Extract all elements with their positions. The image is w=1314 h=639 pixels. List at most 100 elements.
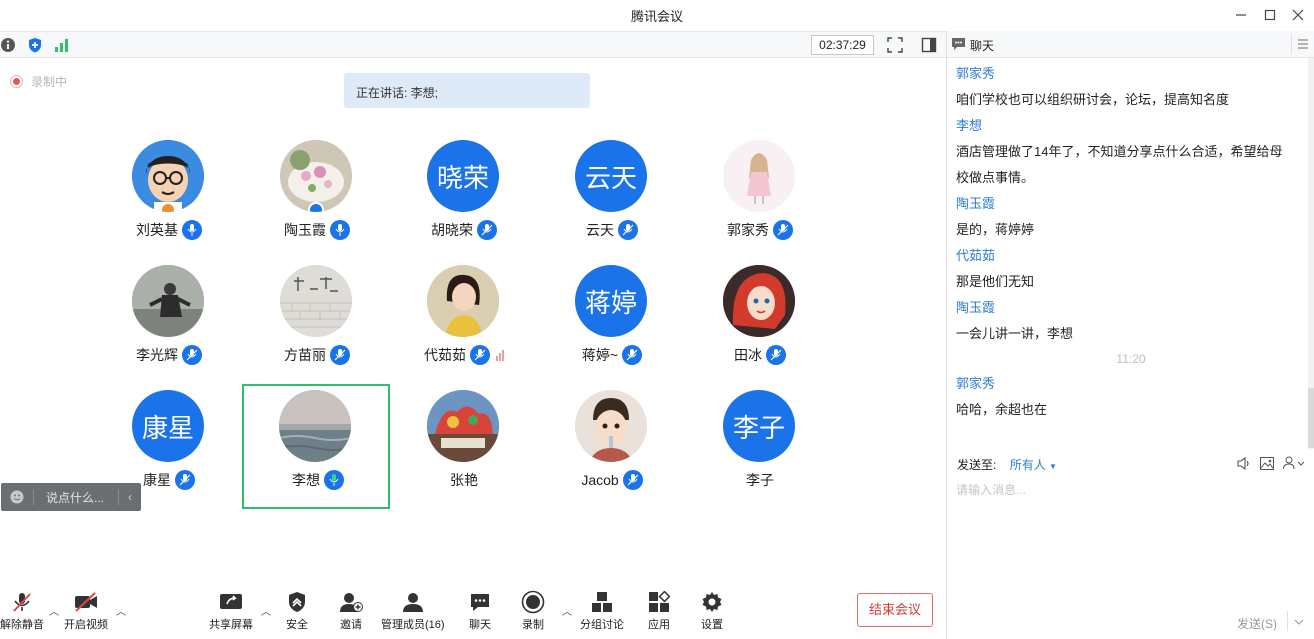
send-button[interactable]: 发送(S) <box>1237 615 1277 632</box>
graffiti-photo-icon <box>427 390 499 462</box>
message-text: 哈哈，余超也在 <box>956 402 1048 417</box>
chat-scrollbar[interactable] <box>1308 58 1314 449</box>
send-to-dropdown[interactable]: 所有人 ▼ <box>1010 458 1057 472</box>
participant-name: 云天 <box>586 222 614 238</box>
participant-tile[interactable]: 刘英基 <box>95 130 243 255</box>
chat-header: 聊天 <box>947 31 1314 58</box>
participant-name-row: 代茹茹 <box>390 345 538 365</box>
apps-button[interactable]: 应用 <box>646 590 672 632</box>
participant-avatar: 云天 <box>575 140 647 212</box>
chat-message-input[interactable]: 请输入消息... <box>956 481 1026 498</box>
send-options-chevron-icon[interactable] <box>1294 619 1304 625</box>
time-divider: 11:20 <box>1116 352 1146 366</box>
participant-tile[interactable]: 郭家秀 <box>686 130 834 255</box>
menu-icon[interactable] <box>1298 39 1308 49</box>
microphone-muted-icon <box>622 470 643 490</box>
participant-name: 方苗丽 <box>284 347 326 363</box>
video-options-caret-icon[interactable]: ︿ <box>116 603 126 618</box>
security-button[interactable]: 安全 <box>284 590 310 632</box>
participant-tile[interactable]: 陶玉霞 <box>243 130 391 255</box>
participant-name-row: 田冰 <box>686 345 834 365</box>
image-icon[interactable] <box>1260 457 1274 470</box>
participant-name-row: 李想 <box>244 470 392 490</box>
network-signal-icon[interactable] <box>54 37 70 53</box>
window-title: 腾讯会议 <box>630 9 683 24</box>
chat-messages: 郭家秀 咱们学校也可以组织研讨会，论坛，提高知名度 李想 酒店管理做了14年了，… <box>947 58 1314 449</box>
invite-button[interactable]: 邀请 <box>338 590 364 632</box>
manage-members-button[interactable]: 管理成员(16) <box>381 590 445 632</box>
message-text: 校做点事情。 <box>956 170 1035 185</box>
microphone-muted-icon <box>9 590 35 614</box>
maximize-button[interactable] <box>1259 4 1281 26</box>
participant-avatar: 李子 <box>723 390 795 462</box>
layout-toggle-icon[interactable] <box>921 37 937 53</box>
scrollbar-thumb[interactable] <box>1308 388 1314 448</box>
fullscreen-icon[interactable] <box>887 37 903 53</box>
participant-name: 李子 <box>746 472 774 488</box>
participant-avatar: 蒋婷 <box>575 265 647 337</box>
participant-avatar <box>575 390 647 462</box>
message-sender: 陶玉霞 <box>956 196 996 211</box>
privacy-user-icon[interactable] <box>1283 456 1305 470</box>
microphone-muted-icon <box>175 470 195 490</box>
participant-name: 康星 <box>143 472 171 488</box>
collapse-chevron-icon[interactable]: ‹ <box>119 490 141 504</box>
send-to-label: 发送至: <box>957 458 997 472</box>
recording-label: 录制中 <box>31 75 68 89</box>
participant-tile-active-speaker[interactable]: 李想 <box>242 384 390 509</box>
participant-avatar: 康星 <box>132 390 204 462</box>
participant-tile[interactable]: 李子 李子 <box>686 380 834 505</box>
participant-tile[interactable]: 蒋婷 蒋婷~ <box>538 255 686 380</box>
chat-button[interactable]: 聊天 <box>467 590 493 632</box>
start-video-button[interactable]: 开启视频 <box>64 590 108 632</box>
participant-tile[interactable]: 田冰 <box>686 255 834 380</box>
record-button[interactable]: 录制 <box>520 590 546 632</box>
participant-tile[interactable]: 云天 云天 <box>538 130 686 255</box>
members-icon <box>400 590 426 614</box>
end-meeting-button[interactable]: 结束会议 <box>857 593 933 627</box>
breakout-rooms-button[interactable]: 分组讨论 <box>580 590 624 632</box>
participant-tile[interactable]: 张艳 <box>390 380 538 505</box>
gear-icon <box>699 590 725 614</box>
woman-photo-icon <box>427 265 499 337</box>
security-shield-icon <box>284 590 310 614</box>
camera-off-icon <box>73 590 99 614</box>
participant-name: 陶玉霞 <box>284 222 326 238</box>
participant-name-row: 胡晓荣 <box>390 220 538 240</box>
recording-dot-icon <box>10 75 23 88</box>
info-icon[interactable] <box>0 37 16 53</box>
close-button[interactable] <box>1287 4 1309 26</box>
participant-name: 刘英基 <box>136 222 178 238</box>
man-photo-icon <box>132 265 204 337</box>
quick-chat-bar[interactable]: 说点什么... ‹ <box>1 483 141 511</box>
shield-icon[interactable] <box>27 37 43 53</box>
add-user-icon <box>338 590 364 614</box>
dropdown-caret-icon: ▼ <box>1049 462 1057 471</box>
participant-tile[interactable]: Jacob <box>538 380 686 505</box>
speaking-banner: 正在讲话: 李想; <box>344 73 590 108</box>
settings-label: 设置 <box>701 619 723 631</box>
speaker-icon[interactable] <box>1237 457 1251 470</box>
apps-label: 应用 <box>648 619 670 631</box>
share-options-caret-icon[interactable]: ︿ <box>261 603 271 618</box>
participant-tile[interactable]: 晓荣 胡晓荣 <box>390 130 538 255</box>
emoji-icon[interactable] <box>1 490 33 504</box>
message-text: 一会儿讲一讲，李想 <box>956 326 1074 341</box>
share-screen-icon <box>218 590 244 614</box>
minimize-button[interactable] <box>1230 4 1252 26</box>
participant-tile[interactable]: 李光辉 <box>95 255 243 380</box>
quick-chat-input[interactable]: 说点什么... <box>34 489 118 506</box>
participant-name-row: 陶玉霞 <box>243 220 391 240</box>
audio-options-caret-icon[interactable]: ︿ <box>49 603 59 618</box>
participant-tile[interactable]: 方苗丽 <box>243 255 391 380</box>
message-sender: 代茹茹 <box>956 248 996 263</box>
unmute-button[interactable]: 解除静音 <box>0 590 44 632</box>
record-options-caret-icon[interactable]: ︿ <box>562 603 572 618</box>
participant-name: 郭家秀 <box>727 222 769 238</box>
participant-name: 李想 <box>292 472 320 488</box>
share-screen-button[interactable]: 共享屏幕 <box>209 590 253 632</box>
participant-tile[interactable]: 代茹茹 <box>390 255 538 380</box>
participant-name-row: 李子 <box>686 470 834 490</box>
settings-button[interactable]: 设置 <box>699 590 725 632</box>
participant-avatar: 晓荣 <box>427 140 499 212</box>
